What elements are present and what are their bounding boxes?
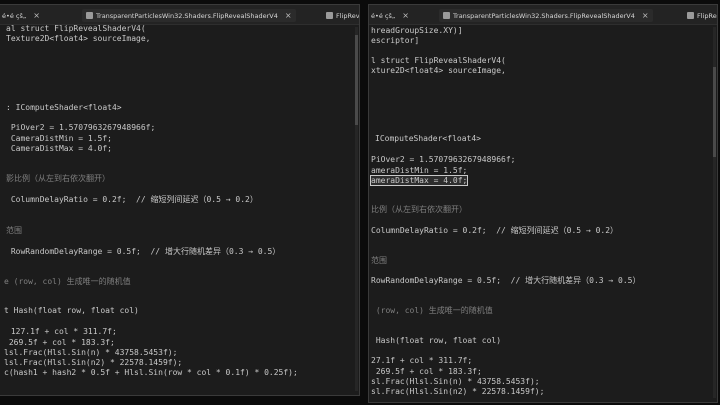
right-tab-bar: é•é çš„ × TransparentParticlesWin32.Shad…	[369, 5, 717, 25]
left-tab-bar: é•é çš„ × TransparentParticlesWin32.Shad…	[0, 5, 359, 25]
code-line: sl.Frac(Hlsl.Sin(n) * 43758.5453f);	[371, 377, 540, 386]
code-line: l struct FlipRevealShaderV4(	[371, 56, 506, 65]
right-scrollbar[interactable]	[713, 27, 716, 398]
left-code-area[interactable]: al struct FlipRevealShaderV4( Texture2D<…	[0, 24, 359, 395]
code-line: RowRandomDelayRange = 0.5f; // 增大行随机差异（0…	[371, 276, 641, 285]
code-line: lsl.Frac(Hlsl.Sin(n) * 43758.5453f);	[4, 348, 178, 357]
code-line: CameraDistMax = 4.0f;	[6, 144, 112, 153]
tab-label: TransparentParticlesWin32.Shaders.FlipRe…	[96, 11, 278, 20]
code-line: 269.5f + col * 183.3f;	[4, 338, 115, 347]
close-icon[interactable]: ×	[33, 11, 40, 20]
tab-label: é•é çš„	[2, 11, 27, 20]
code-line: : IComputeShader<float4>	[6, 103, 122, 113]
scroll-thumb[interactable]	[713, 67, 716, 157]
left-tab-1[interactable]: TransparentParticlesWin32.Shaders.FlipRe…	[82, 9, 296, 22]
scroll-thumb[interactable]	[355, 35, 358, 125]
code-line: 27.1f + col * 311.7f;	[371, 356, 473, 365]
file-icon	[687, 12, 694, 19]
code-line: ColumnDelayRatio = 0.2f; // 缩短列间延迟（0.5 →…	[371, 226, 619, 235]
close-icon[interactable]: ×	[642, 11, 649, 20]
left-tab-0[interactable]: é•é çš„ ×	[2, 9, 40, 22]
close-icon[interactable]: ×	[402, 11, 409, 20]
code-line: PiOver2 = 1.5707963267948966f;	[6, 123, 156, 132]
current-line-text: ameraDistMax = 4.0f;	[369, 175, 469, 186]
code-line: ColumnDelayRatio = 0.2f; // 缩短列间延迟（0.5 →…	[6, 195, 258, 204]
code-line-current: ameraDistMax = 4.0f;	[369, 175, 469, 186]
code-line: t Hash(float row, float col)	[4, 306, 139, 315]
code-line: 127.1f + col * 311.7f;	[6, 327, 117, 336]
code-text: : IComputeShader<float4>	[6, 103, 122, 112]
code-line: hreadGroupSize.XY)]	[371, 26, 463, 35]
code-line: al struct FlipRevealShaderV4(	[6, 24, 146, 33]
code-line: escriptor]	[371, 36, 420, 45]
right-code-area[interactable]: hreadGroupSize.XY)] escriptor] l struct …	[369, 26, 717, 402]
code-comment: e (row, col) 生成唯一的随机值	[4, 277, 131, 286]
tab-label: FlipRev	[697, 11, 717, 20]
code-line: xture2D<float4> sourceImage,	[371, 66, 506, 75]
code-line: RowRandomDelayRange = 0.5f; // 增大行随机差异（0…	[6, 247, 281, 256]
code-comment: 影比例（从左到右依次翻开）	[6, 174, 110, 183]
file-icon	[86, 12, 93, 19]
tab-label: FlipRev	[336, 11, 360, 20]
code-line: ameraDistMin = 1.5f;	[371, 166, 468, 175]
code-line: Hash(float row, float col)	[371, 336, 502, 345]
right-tab-0[interactable]: é•é çš„ ×	[371, 9, 409, 22]
file-icon	[326, 12, 333, 19]
tab-label: TransparentParticlesWin32.Shaders.FlipRe…	[453, 11, 635, 20]
code-line: PiOver2 = 1.5707963267948966f;	[371, 155, 516, 164]
code-line: lsl.Frac(Hlsl.Sin(n2) * 22578.1459f);	[4, 358, 183, 367]
right-tab-1[interactable]: TransparentParticlesWin32.Shaders.FlipRe…	[439, 9, 653, 22]
close-icon[interactable]: ×	[285, 11, 292, 20]
code-line: sl.Frac(Hlsl.Sin(n2) * 22578.1459f);	[371, 387, 545, 396]
left-scrollbar[interactable]	[355, 27, 358, 391]
code-line: IComputeShader<float4>	[375, 134, 481, 143]
code-line: c(hash1 + hash2 * 0.5f + Hlsl.Sin(row * …	[4, 368, 298, 377]
right-tab-2[interactable]: FlipRev	[687, 9, 717, 22]
left-tab-2[interactable]: FlipRev	[326, 9, 360, 22]
code-line: Texture2D<float4> sourceImage,	[6, 34, 151, 43]
tab-label: é•é çš„	[371, 11, 396, 20]
code-comment: 比例（从左到右依次翻开）	[371, 205, 467, 214]
code-line: 269.5f + col * 183.3f;	[371, 367, 482, 376]
code-comment: 范围	[371, 256, 387, 265]
left-editor-pane: é•é çš„ × TransparentParticlesWin32.Shad…	[0, 4, 360, 396]
file-icon	[443, 12, 450, 19]
code-line: CameraDistMin = 1.5f;	[6, 134, 112, 143]
right-editor-pane: é•é çš„ × TransparentParticlesWin32.Shad…	[368, 4, 718, 403]
code-comment: (row, col) 生成唯一的随机值	[371, 306, 493, 315]
code-comment: 范围	[6, 226, 22, 235]
